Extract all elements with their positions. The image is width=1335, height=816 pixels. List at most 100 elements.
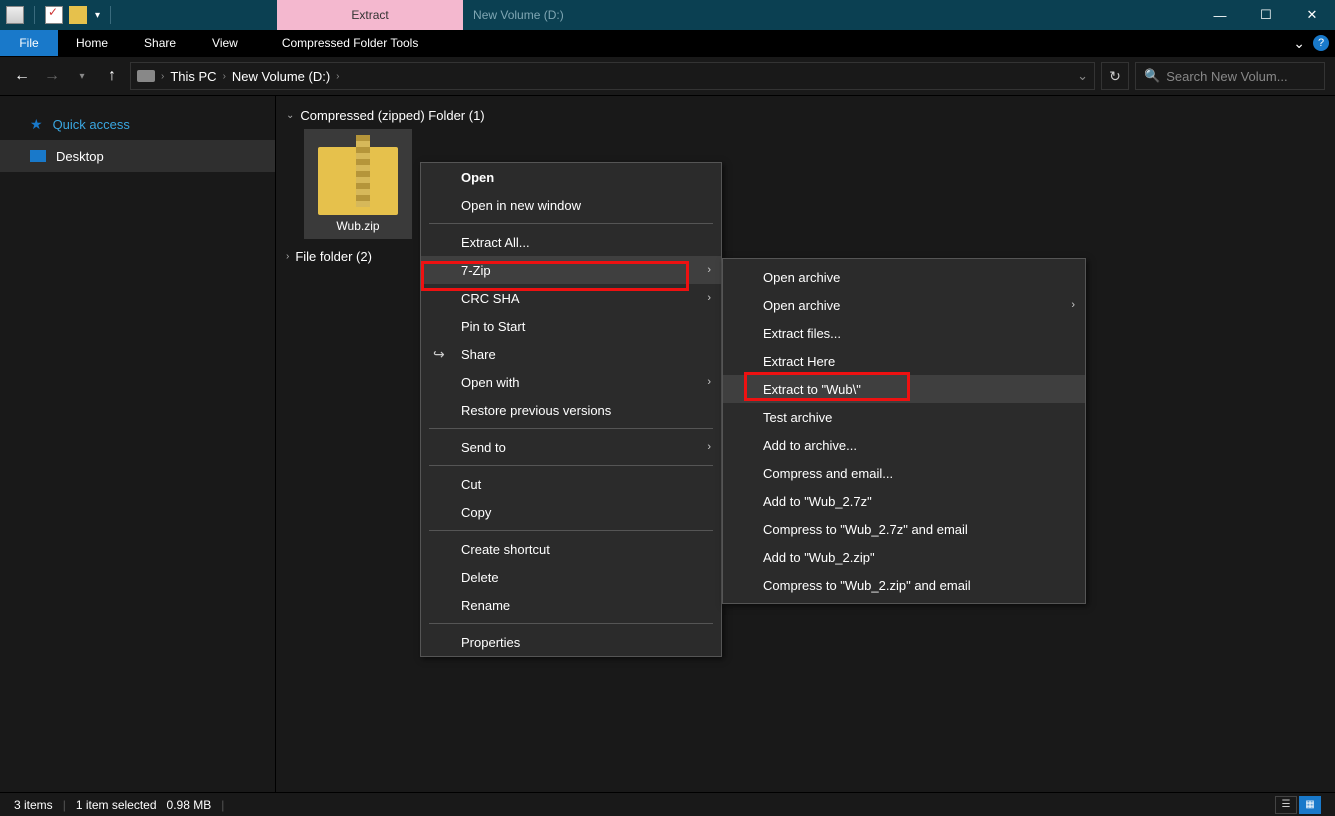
ctx-label: 7-Zip [461, 263, 491, 278]
qat-icon-folder[interactable] [69, 6, 87, 24]
breadcrumb-current[interactable]: New Volume (D:) [232, 69, 330, 84]
ribbon: File Home Share View Compressed Folder T… [0, 30, 1335, 56]
sub-extract-to[interactable]: Extract to "Wub\" [723, 375, 1085, 403]
tab-home[interactable]: Home [58, 30, 126, 56]
search-box[interactable]: 🔍 Search New Volum... [1135, 62, 1325, 90]
crumb-sep-icon: › [223, 71, 226, 82]
ctx-crc-sha[interactable]: CRC SHA › [421, 284, 721, 312]
sidebar-desktop[interactable]: Desktop [0, 140, 275, 172]
contextual-tab-label: Extract [277, 0, 463, 30]
sub-open-archive-more[interactable]: Open archive › [723, 291, 1085, 319]
ctx-open-with[interactable]: Open with › [421, 368, 721, 396]
ctx-properties[interactable]: Properties [421, 628, 721, 656]
forward-button[interactable]: → [40, 64, 64, 88]
ctx-send-to[interactable]: Send to › [421, 433, 721, 461]
crumb-sep-icon: › [336, 71, 339, 82]
sidebar-quick-access[interactable]: ★ Quick access [0, 108, 275, 140]
breadcrumb-root[interactable]: This PC [170, 69, 216, 84]
status-item-count: 3 items [14, 798, 53, 812]
tab-view[interactable]: View [194, 30, 256, 56]
status-bar: 3 items | 1 item selected 0.98 MB | ☰ ▦ [0, 792, 1335, 816]
ctx-restore-previous[interactable]: Restore previous versions [421, 396, 721, 424]
back-button[interactable]: ← [10, 64, 34, 88]
group-label: Compressed (zipped) Folder (1) [300, 108, 484, 123]
ctx-share[interactable]: ↪ Share [421, 340, 721, 368]
refresh-button[interactable]: ↻ [1101, 62, 1129, 90]
qat-separator [34, 6, 35, 24]
sub-add-to-archive[interactable]: Add to archive... [723, 431, 1085, 459]
window-controls: — ☐ ✕ [1197, 0, 1335, 30]
status-separator: | [63, 798, 66, 812]
minimize-button[interactable]: — [1197, 0, 1243, 30]
star-icon: ★ [30, 116, 43, 133]
ctx-create-shortcut[interactable]: Create shortcut [421, 535, 721, 563]
window-title: New Volume (D:) [463, 0, 1197, 30]
ctx-open-new-window[interactable]: Open in new window [421, 191, 721, 219]
status-separator: | [221, 798, 224, 812]
view-details-button[interactable]: ☰ [1275, 796, 1297, 814]
tab-compressed-tools[interactable]: Compressed Folder Tools [264, 30, 437, 56]
ctx-label: CRC SHA [461, 291, 520, 306]
ctx-label: Send to [461, 440, 506, 455]
group-header-zip[interactable]: ⌄ Compressed (zipped) Folder (1) [286, 108, 1325, 123]
ctx-open[interactable]: Open [421, 163, 721, 191]
qat-separator-2 [110, 6, 111, 24]
navigation-bar: ← → ▾ ↑ › This PC › New Volume (D:) › ⌄ … [0, 56, 1335, 96]
drive-icon [137, 70, 155, 82]
up-button[interactable]: ↑ [100, 64, 124, 88]
crumb-sep-icon: › [161, 71, 164, 82]
ctx-separator [429, 465, 713, 466]
ribbon-collapse-icon[interactable]: ⌄ [1293, 35, 1305, 52]
ctx-pin-to-start[interactable]: Pin to Start [421, 312, 721, 340]
sidebar: ★ Quick access Desktop [0, 96, 276, 792]
status-size: 0.98 MB [167, 798, 212, 812]
close-button[interactable]: ✕ [1289, 0, 1335, 30]
chevron-right-icon: › [1071, 299, 1075, 311]
maximize-button[interactable]: ☐ [1243, 0, 1289, 30]
sidebar-label: Quick access [53, 117, 130, 132]
status-selected: 1 item selected [76, 798, 157, 812]
ctx-extract-all[interactable]: Extract All... [421, 228, 721, 256]
qat-icon-properties[interactable] [6, 6, 24, 24]
ctx-separator [429, 530, 713, 531]
chevron-right-icon: › [707, 264, 711, 276]
context-menu: Open Open in new window Extract All... 7… [420, 162, 722, 657]
qat-icon-check[interactable] [45, 6, 63, 24]
chevron-right-icon: › [286, 251, 289, 262]
chevron-right-icon: › [707, 376, 711, 388]
file-menu[interactable]: File [0, 30, 58, 56]
file-name-label: Wub.zip [336, 219, 379, 233]
qat: ▾ [0, 0, 121, 30]
sub-compress-email[interactable]: Compress and email... [723, 459, 1085, 487]
ctx-cut[interactable]: Cut [421, 470, 721, 498]
sub-compress-zip-email[interactable]: Compress to "Wub_2.zip" and email [723, 571, 1085, 599]
qat-dropdown-icon[interactable]: ▾ [95, 10, 100, 21]
address-bar[interactable]: › This PC › New Volume (D:) › ⌄ [130, 62, 1095, 90]
sub-open-archive[interactable]: Open archive [723, 263, 1085, 291]
ctx-rename[interactable]: Rename [421, 591, 721, 619]
address-dropdown-icon[interactable]: ⌄ [1077, 68, 1088, 84]
title-bar: ▾ Extract New Volume (D:) — ☐ ✕ [0, 0, 1335, 30]
sub-add-to-7z[interactable]: Add to "Wub_2.7z" [723, 487, 1085, 515]
help-icon[interactable]: ? [1313, 35, 1329, 51]
ctx-label: Open with [461, 375, 520, 390]
ctx-copy[interactable]: Copy [421, 498, 721, 526]
sub-test-archive[interactable]: Test archive [723, 403, 1085, 431]
group-label: File folder (2) [295, 249, 372, 264]
sidebar-label: Desktop [56, 149, 104, 164]
sub-extract-here[interactable]: Extract Here [723, 347, 1085, 375]
search-placeholder: Search New Volum... [1166, 69, 1287, 84]
file-tile-wub-zip[interactable]: Wub.zip [304, 129, 412, 239]
recent-locations-button[interactable]: ▾ [70, 64, 94, 88]
view-large-icons-button[interactable]: ▦ [1299, 796, 1321, 814]
chevron-right-icon: › [707, 292, 711, 304]
ctx-delete[interactable]: Delete [421, 563, 721, 591]
ctx-7zip[interactable]: 7-Zip › [421, 256, 721, 284]
zip-file-icon [318, 135, 398, 215]
sub-add-to-zip[interactable]: Add to "Wub_2.zip" [723, 543, 1085, 571]
sub-extract-files[interactable]: Extract files... [723, 319, 1085, 347]
sub-compress-7z-email[interactable]: Compress to "Wub_2.7z" and email [723, 515, 1085, 543]
tab-share[interactable]: Share [126, 30, 194, 56]
chevron-down-icon: ⌄ [286, 110, 294, 121]
chevron-right-icon: › [707, 441, 711, 453]
